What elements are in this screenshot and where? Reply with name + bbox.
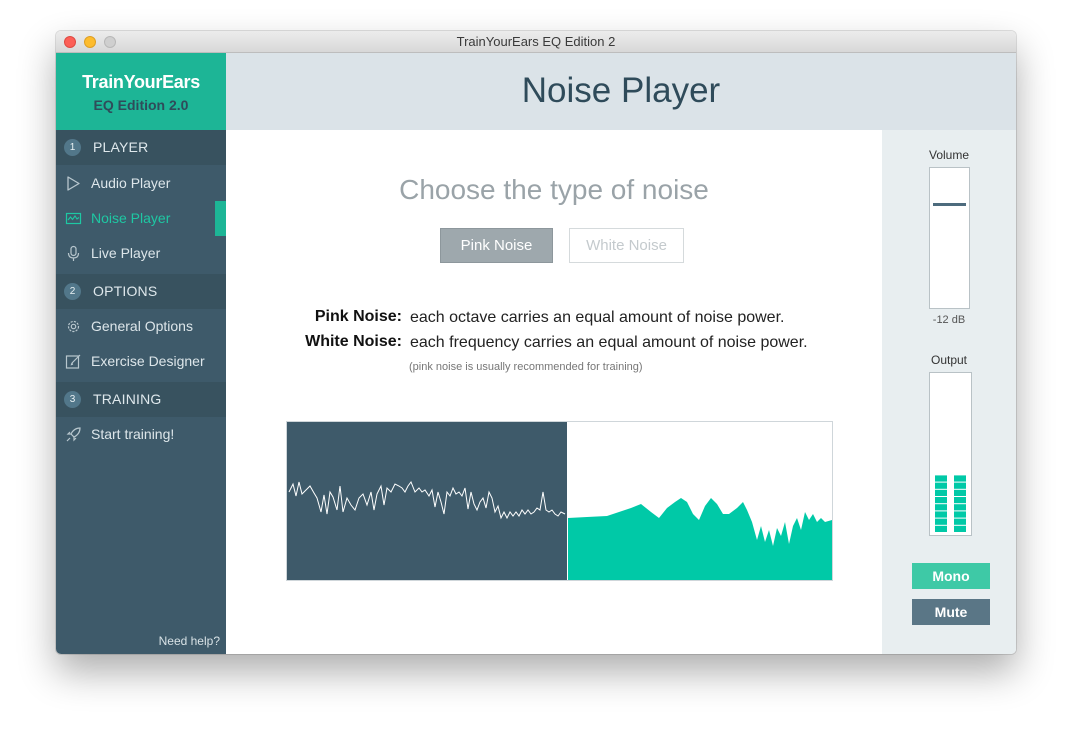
- meter-segment: [954, 482, 966, 489]
- meter-segment: [935, 518, 947, 525]
- section-number: 1: [64, 139, 81, 156]
- meter-segment: [954, 525, 966, 532]
- rocket-icon: [65, 426, 82, 443]
- main-content: Choose the type of noise Pink Noise Whit…: [226, 130, 882, 654]
- meter-segment: [954, 504, 966, 511]
- section-label: TRAINING: [93, 391, 162, 407]
- meter-segment: [935, 497, 947, 504]
- sidebar: TrainYourEars EQ Edition 2.0 1 PLAYER Au…: [56, 53, 226, 654]
- section-player: 1 PLAYER: [56, 130, 226, 165]
- meter-segment: [935, 489, 947, 496]
- pink-noise-button[interactable]: Pink Noise: [440, 228, 553, 263]
- window-title: TrainYourEars EQ Edition 2: [456, 34, 616, 49]
- sidebar-item-label: Live Player: [91, 245, 161, 261]
- volume-value: -12 dB: [932, 314, 966, 326]
- edit-icon: [65, 353, 82, 370]
- meter-segment: [935, 504, 947, 511]
- output-label: Output: [930, 353, 968, 367]
- meter-segment: [935, 475, 947, 482]
- sidebar-item-start-training[interactable]: Start training!: [56, 417, 226, 452]
- play-icon: [65, 175, 82, 192]
- white-noise-button[interactable]: White Noise: [569, 228, 684, 263]
- section-options: 2 OPTIONS: [56, 274, 226, 309]
- mute-button[interactable]: Mute: [912, 599, 990, 625]
- meter-segment: [935, 525, 947, 532]
- sidebar-item-audio-player[interactable]: Audio Player: [56, 166, 226, 201]
- noise-visualizer: [286, 421, 833, 581]
- meter-segment: [954, 497, 966, 504]
- white-noise-term: White Noise:: [305, 333, 402, 350]
- meter-segment: [954, 489, 966, 496]
- section-training: 3 TRAINING: [56, 382, 226, 417]
- pink-noise-term: Pink Noise:: [314, 308, 402, 325]
- sidebar-item-label: Exercise Designer: [91, 353, 205, 369]
- brand-edition: EQ Edition 2.0: [93, 97, 189, 113]
- sidebar-item-noise-player[interactable]: Noise Player: [56, 201, 226, 236]
- meter-segment: [954, 511, 966, 518]
- sidebar-item-live-player[interactable]: Live Player: [56, 236, 226, 271]
- right-panel: Volume -12 dB Output Mono Mute: [882, 130, 1016, 654]
- meter-segment: [954, 475, 966, 482]
- active-indicator: [215, 201, 226, 236]
- sidebar-item-exercise-designer[interactable]: Exercise Designer: [56, 344, 226, 379]
- app-window: TrainYourEars EQ Edition 2 TrainYourEars…: [56, 31, 1016, 654]
- recommendation-note: (pink noise is usually recommended for t…: [409, 361, 643, 373]
- page-header: Noise Player: [226, 53, 1016, 130]
- brand-name: TrainYourEars: [82, 72, 200, 92]
- meter-segment: [935, 511, 947, 518]
- meter-segment: [935, 482, 947, 489]
- sidebar-item-general-options[interactable]: General Options: [56, 309, 226, 344]
- brand-block: TrainYourEars EQ Edition 2.0: [56, 53, 226, 130]
- gear-icon: [65, 318, 82, 335]
- output-meter: [929, 372, 972, 536]
- section-number: 3: [64, 391, 81, 408]
- sidebar-item-label: Start training!: [91, 426, 175, 442]
- noise-type-heading: Choose the type of noise: [399, 174, 709, 205]
- volume-slider-thumb[interactable]: [933, 203, 966, 206]
- section-label: PLAYER: [93, 139, 149, 155]
- waveform-icon: [65, 210, 82, 227]
- spectrum-fill: [568, 498, 832, 580]
- white-noise-description: each frequency carries an equal amount o…: [410, 334, 808, 351]
- mono-button[interactable]: Mono: [912, 563, 990, 589]
- volume-slider[interactable]: [929, 167, 970, 309]
- pink-noise-description: each octave carries an equal amount of n…: [410, 309, 785, 326]
- sidebar-item-label: Noise Player: [91, 210, 171, 226]
- microphone-icon: [65, 245, 82, 262]
- need-help-link[interactable]: Need help?: [159, 634, 220, 648]
- sidebar-item-label: Audio Player: [91, 175, 171, 191]
- sidebar-item-label: General Options: [91, 318, 193, 334]
- meter-segment: [954, 518, 966, 525]
- section-label: OPTIONS: [93, 283, 158, 299]
- title-bar: TrainYourEars EQ Edition 2: [56, 31, 1016, 53]
- section-number: 2: [64, 283, 81, 300]
- volume-label: Volume: [928, 148, 970, 162]
- page-title: Noise Player: [521, 71, 721, 110]
